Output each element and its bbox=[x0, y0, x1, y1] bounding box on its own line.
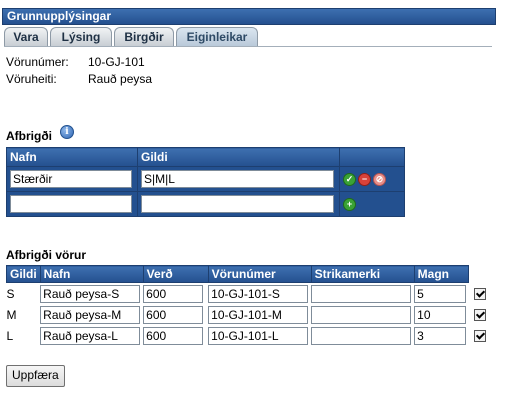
variant-price-input[interactable]: 600 bbox=[143, 305, 204, 324]
variant-gildi: M bbox=[6, 304, 41, 325]
attribute-value-input[interactable]: S|M|L bbox=[141, 170, 334, 188]
variant-name-input[interactable]: Rauð peysa-S bbox=[40, 284, 141, 303]
variant-gildi: S bbox=[6, 282, 41, 304]
column-header-magn: Magn bbox=[413, 265, 469, 283]
variant-price-input[interactable]: 600 bbox=[143, 326, 204, 345]
variant-barcode-input[interactable] bbox=[311, 305, 412, 324]
variant-checkbox[interactable] bbox=[474, 288, 487, 301]
variant-name-input[interactable]: Rauð peysa-M bbox=[40, 305, 141, 324]
column-header-gildi: Gildi bbox=[6, 265, 41, 283]
variant-barcode-input[interactable] bbox=[311, 284, 412, 303]
variant-number-input[interactable]: 10-GJ-101-S bbox=[208, 284, 309, 303]
new-attribute-name-input[interactable] bbox=[10, 195, 132, 213]
variant-row: S Rauð peysa-S 600 10-GJ-101-S 5 bbox=[6, 282, 491, 304]
tab-divider bbox=[4, 46, 492, 47]
variants-table: Gildi Nafn Verð Vörunúmer Strikamerki Ma… bbox=[6, 265, 491, 346]
variant-price-input[interactable]: 600 bbox=[143, 284, 204, 303]
info-icon[interactable]: i bbox=[60, 125, 74, 139]
column-header-vorunumer: Vörunúmer bbox=[207, 265, 312, 283]
delete-minus-icon[interactable]: − bbox=[358, 173, 371, 187]
product-number-value: 10-GJ-101 bbox=[88, 55, 145, 69]
panel-title: Grunnupplýsingar bbox=[2, 8, 496, 25]
variant-number-input[interactable]: 10-GJ-101-L bbox=[208, 326, 309, 345]
attribute-row: Stærðir S|M|L ✓ − ⊘ bbox=[6, 166, 405, 192]
new-attribute-row: + bbox=[6, 191, 405, 217]
add-plus-icon[interactable]: + bbox=[343, 198, 356, 212]
variant-quantity-input[interactable]: 10 bbox=[414, 305, 467, 324]
variant-gildi: L bbox=[6, 325, 41, 346]
column-header-gildi: Gildi bbox=[137, 147, 340, 167]
column-header-actions bbox=[339, 147, 405, 167]
tab-lysing[interactable]: Lýsing bbox=[50, 27, 112, 46]
new-attribute-value-input[interactable] bbox=[141, 195, 334, 213]
variants-title: Afbrigði vörur bbox=[6, 248, 86, 262]
variant-row: L Rauð peysa-L 600 10-GJ-101-L 3 bbox=[6, 325, 491, 346]
product-number-label: Vörunúmer: bbox=[6, 55, 69, 69]
column-header-nafn: Nafn bbox=[6, 147, 138, 167]
cancel-icon[interactable]: ⊘ bbox=[373, 173, 386, 187]
variant-name-input[interactable]: Rauð peysa-L bbox=[40, 326, 141, 345]
variant-quantity-input[interactable]: 3 bbox=[414, 326, 467, 345]
variant-checkbox[interactable] bbox=[474, 330, 487, 343]
product-name-value: Rauð peysa bbox=[88, 72, 153, 86]
attributes-table: Nafn Gildi Stærðir S|M|L ✓ − ⊘ + bbox=[6, 147, 405, 217]
column-header-nafn: Nafn bbox=[39, 265, 144, 283]
tab-birgdir[interactable]: Birgðir bbox=[114, 27, 174, 46]
attribute-name-input[interactable]: Stærðir bbox=[10, 170, 132, 188]
tab-eiginleikar[interactable]: Eiginleikar bbox=[176, 27, 258, 46]
update-button[interactable]: Uppfæra bbox=[6, 365, 65, 387]
variant-row: M Rauð peysa-M 600 10-GJ-101-M 10 bbox=[6, 304, 491, 325]
variant-number-input[interactable]: 10-GJ-101-M bbox=[208, 305, 309, 324]
attributes-title: Afbrigði bbox=[6, 129, 52, 143]
variant-barcode-input[interactable] bbox=[311, 326, 412, 345]
variant-checkbox[interactable] bbox=[474, 309, 487, 322]
product-name-label: Vöruheiti: bbox=[6, 72, 57, 86]
tab-vara[interactable]: Vara bbox=[4, 27, 48, 46]
variant-quantity-input[interactable]: 5 bbox=[414, 284, 467, 303]
confirm-check-icon[interactable]: ✓ bbox=[343, 173, 356, 187]
column-header-verd: Verð bbox=[142, 265, 209, 283]
column-header-blank bbox=[468, 265, 491, 283]
column-header-strikamerki: Strikamerki bbox=[310, 265, 415, 283]
